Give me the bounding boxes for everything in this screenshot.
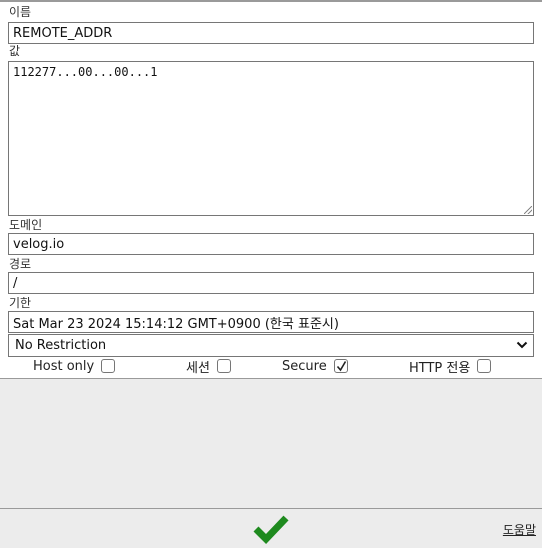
value-textarea-wrap: 112277...00...00...1 [8, 61, 534, 216]
http-only-option: HTTP 전용 [409, 357, 492, 376]
checkmark-icon [253, 515, 289, 545]
expires-label: 기한 [9, 296, 32, 310]
domain-label: 도메인 [9, 218, 43, 232]
host-only-option: Host only [33, 357, 116, 375]
domain-input[interactable] [8, 233, 534, 255]
value-textarea[interactable]: 112277...00...00...1 [8, 61, 534, 216]
chevron-down-icon [516, 341, 528, 349]
session-label: 세션 [186, 360, 210, 376]
path-input[interactable] [8, 272, 534, 294]
secure-option: Secure [282, 357, 348, 375]
cookie-edit-form: 이름 값 112277...00...00...1 도메인 경로 기한 No R… [0, 0, 542, 379]
save-button[interactable] [252, 514, 290, 545]
help-link[interactable]: 도움말 [503, 521, 536, 538]
http-only-label: HTTP 전용 [409, 360, 471, 376]
name-label: 이름 [9, 5, 32, 19]
path-label: 경로 [9, 257, 32, 271]
footer-bar: 도움말 [0, 508, 542, 545]
check-icon [336, 361, 346, 372]
secure-checkbox[interactable] [333, 359, 348, 373]
expires-input[interactable] [8, 311, 534, 333]
http-only-checkbox[interactable] [477, 359, 492, 373]
session-checkbox[interactable] [216, 359, 231, 373]
session-option: 세션 [186, 357, 231, 376]
value-label: 값 [9, 44, 21, 58]
host-only-checkbox[interactable] [101, 359, 116, 373]
host-only-label: Host only [33, 358, 95, 374]
samesite-select[interactable]: No Restriction [8, 334, 534, 357]
secure-label: Secure [282, 358, 327, 374]
name-input[interactable] [8, 22, 534, 44]
samesite-selected-value: No Restriction [15, 338, 107, 353]
